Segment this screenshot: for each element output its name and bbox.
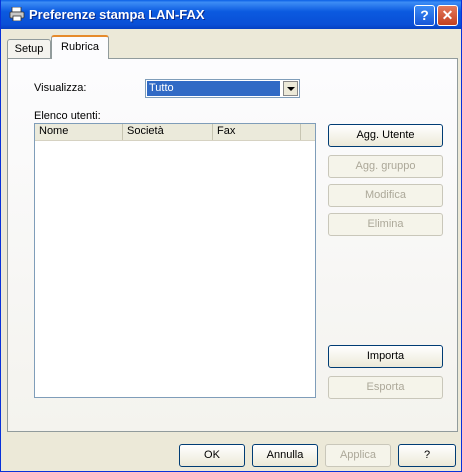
delete-button[interactable]: Elimina: [328, 213, 443, 236]
title-bar[interactable]: Preferenze stampa LAN-FAX ? ✕: [1, 0, 461, 29]
tab-setup[interactable]: Setup: [7, 39, 51, 59]
apply-button[interactable]: Applica: [325, 444, 391, 467]
chevron-down-icon[interactable]: [283, 81, 298, 96]
help-button[interactable]: ?: [398, 444, 456, 467]
view-select-value: Tutto: [147, 81, 280, 96]
tab-rubrica[interactable]: Rubrica: [51, 35, 109, 59]
view-label: Visualizza:: [34, 82, 87, 94]
view-select[interactable]: Tutto: [145, 79, 300, 98]
users-list-label: Elenco utenti:: [34, 110, 101, 122]
column-header-company[interactable]: Società: [123, 124, 213, 140]
import-button[interactable]: Importa: [328, 345, 443, 368]
list-header: Nome Società Fax: [35, 124, 315, 141]
dialog-window: Preferenze stampa LAN-FAX ? ✕ Setup Rubr…: [0, 0, 462, 472]
window-title: Preferenze stampa LAN-FAX: [29, 7, 205, 22]
edit-button[interactable]: Modifica: [328, 184, 443, 207]
add-group-button[interactable]: Agg. gruppo: [328, 155, 443, 178]
users-list[interactable]: Nome Società Fax: [34, 123, 316, 398]
export-button[interactable]: Esporta: [328, 376, 443, 399]
cancel-button[interactable]: Annulla: [252, 444, 318, 467]
column-header-fax[interactable]: Fax: [213, 124, 301, 140]
close-button[interactable]: ✕: [437, 5, 458, 26]
help-title-button[interactable]: ?: [414, 5, 435, 26]
add-user-button[interactable]: Agg. Utente: [328, 124, 443, 147]
printer-icon: [9, 6, 25, 22]
column-header-name[interactable]: Nome: [35, 124, 123, 140]
ok-button[interactable]: OK: [179, 444, 245, 467]
